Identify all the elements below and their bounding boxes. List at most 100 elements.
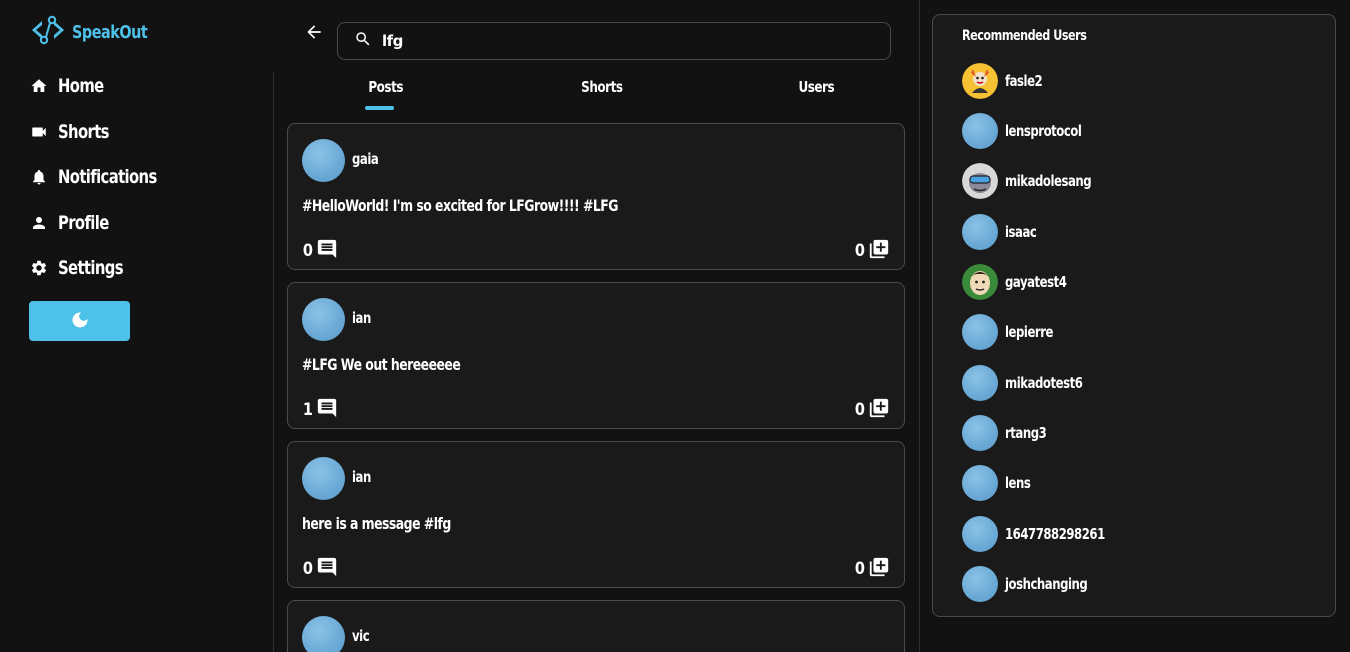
collect-button[interactable]: 0 — [854, 397, 890, 423]
collect-count: 0 — [855, 400, 866, 420]
nav-label: Notifications — [58, 166, 157, 188]
recommended-username: rtang3 — [1005, 424, 1047, 442]
app-root: SpeakOut Home Shorts Notifications Profi… — [0, 0, 1350, 652]
home-icon — [30, 77, 48, 95]
speakout-logo-icon — [30, 15, 66, 49]
recommended-user[interactable]: isaac — [962, 213, 1045, 251]
recommended-user[interactable]: 1647788298261 — [962, 515, 1133, 553]
tab-users[interactable]: Users — [798, 78, 834, 96]
avatar — [962, 365, 998, 401]
nav-label: Home — [58, 75, 104, 97]
nav-label: Settings — [58, 257, 124, 279]
nav-item-notifications[interactable]: Notifications — [30, 159, 185, 195]
avatar — [962, 63, 998, 99]
recommended-user[interactable]: mikadotest6 — [962, 364, 1104, 402]
avatar[interactable] — [302, 139, 345, 182]
recommended-username: isaac — [1005, 223, 1037, 241]
tab-shorts[interactable]: Shorts — [581, 78, 623, 96]
recommended-user[interactable]: lepierre — [962, 313, 1067, 351]
back-button[interactable] — [302, 22, 326, 46]
recommended-username: lepierre — [1005, 323, 1054, 341]
avatar — [962, 516, 998, 552]
post-actions: 0 0 — [302, 556, 890, 580]
theme-toggle-button[interactable] — [29, 301, 130, 341]
comment-button[interactable]: 1 — [302, 397, 338, 423]
post-username[interactable]: gaia — [352, 150, 379, 168]
recommended-user[interactable]: lensprotocol — [962, 112, 1103, 150]
collect-count: 0 — [855, 559, 866, 579]
avatar — [962, 264, 998, 300]
moon-icon — [70, 310, 90, 333]
recommended-user[interactable]: gayatest4 — [962, 263, 1084, 301]
post-username[interactable]: ian — [352, 468, 371, 486]
comment-count: 0 — [302, 241, 313, 261]
comment-button[interactable]: 0 — [302, 556, 338, 582]
recommended-username: lensprotocol — [1005, 122, 1082, 140]
nav-item-settings[interactable]: Settings — [30, 250, 185, 286]
search-input[interactable] — [382, 32, 862, 50]
library-add-icon — [868, 397, 890, 423]
nav-label: Shorts — [58, 120, 110, 143]
recommended-username: gayatest4 — [1005, 273, 1067, 291]
post-card[interactable]: gaia #HelloWorld! I'm so excited for LFG… — [287, 123, 905, 270]
bell-icon — [30, 168, 48, 186]
avatar — [962, 465, 998, 501]
recommended-user[interactable]: rtang3 — [962, 414, 1058, 452]
recommended-user[interactable]: mikadolesang — [962, 162, 1116, 200]
nav-item-profile[interactable]: Profile — [30, 205, 185, 241]
comment-icon — [316, 397, 338, 423]
tab-posts[interactable]: Posts — [368, 78, 403, 96]
recommended-users-panel: Recommended Users fasle2 lensprotocol mi… — [932, 14, 1336, 617]
post-card[interactable]: ian #LFG We out hereeeeee 1 0 — [287, 282, 905, 429]
post-text: #LFG We out hereeeeee — [302, 355, 461, 374]
library-add-icon — [868, 556, 890, 582]
video-camera-icon — [30, 123, 48, 141]
search-bar — [337, 22, 891, 60]
panel-title: Recommended Users — [962, 28, 1087, 44]
post-text: here is a message #lfg — [302, 514, 451, 533]
collect-button[interactable]: 0 — [854, 556, 890, 582]
recommended-user[interactable]: joshchanging — [962, 565, 1111, 603]
avatar[interactable] — [302, 298, 345, 341]
post-card[interactable]: ian here is a message #lfg 0 0 — [287, 441, 905, 588]
collect-button[interactable]: 0 — [854, 238, 890, 264]
post-username[interactable]: vic — [352, 627, 370, 645]
recommended-username: fasle2 — [1005, 72, 1043, 90]
person-icon — [30, 214, 48, 232]
avatar — [962, 113, 998, 149]
post-actions: 0 0 — [302, 238, 890, 262]
comment-count: 0 — [302, 559, 313, 579]
gear-icon — [30, 259, 48, 277]
arrow-left-icon — [304, 22, 324, 46]
recommended-username: 1647788298261 — [1005, 525, 1105, 543]
avatar[interactable] — [302, 457, 345, 500]
avatar — [962, 566, 998, 602]
post-actions: 1 0 — [302, 397, 890, 421]
post-username[interactable]: ian — [352, 309, 371, 327]
logo[interactable]: SpeakOut — [30, 15, 166, 49]
comment-icon — [316, 238, 338, 264]
comment-count: 1 — [302, 400, 313, 420]
sidebar: SpeakOut Home Shorts Notifications Profi… — [0, 0, 274, 652]
search-icon — [354, 30, 372, 52]
avatar — [962, 163, 998, 199]
app-name: SpeakOut — [72, 21, 148, 43]
recommended-user[interactable]: lens — [962, 464, 1038, 502]
avatar[interactable] — [302, 616, 345, 652]
post-text: #HelloWorld! I'm so excited for LFGrow!!… — [302, 196, 619, 215]
nav-item-home[interactable]: Home — [30, 68, 185, 104]
avatar — [962, 214, 998, 250]
avatar — [962, 415, 998, 451]
main-nav: Home Shorts Notifications Profile Settin… — [30, 68, 185, 296]
library-add-icon — [868, 238, 890, 264]
recommended-username: mikadolesang — [1005, 172, 1092, 190]
collect-count: 0 — [855, 241, 866, 261]
post-card[interactable]: vic — [287, 600, 905, 652]
comment-button[interactable]: 0 — [302, 238, 338, 264]
recommended-user[interactable]: fasle2 — [962, 62, 1053, 100]
nav-label: Profile — [58, 211, 109, 234]
avatar — [962, 314, 998, 350]
recommended-username: lens — [1005, 474, 1031, 492]
recommended-username: joshchanging — [1005, 575, 1088, 593]
nav-item-shorts[interactable]: Shorts — [30, 114, 185, 150]
